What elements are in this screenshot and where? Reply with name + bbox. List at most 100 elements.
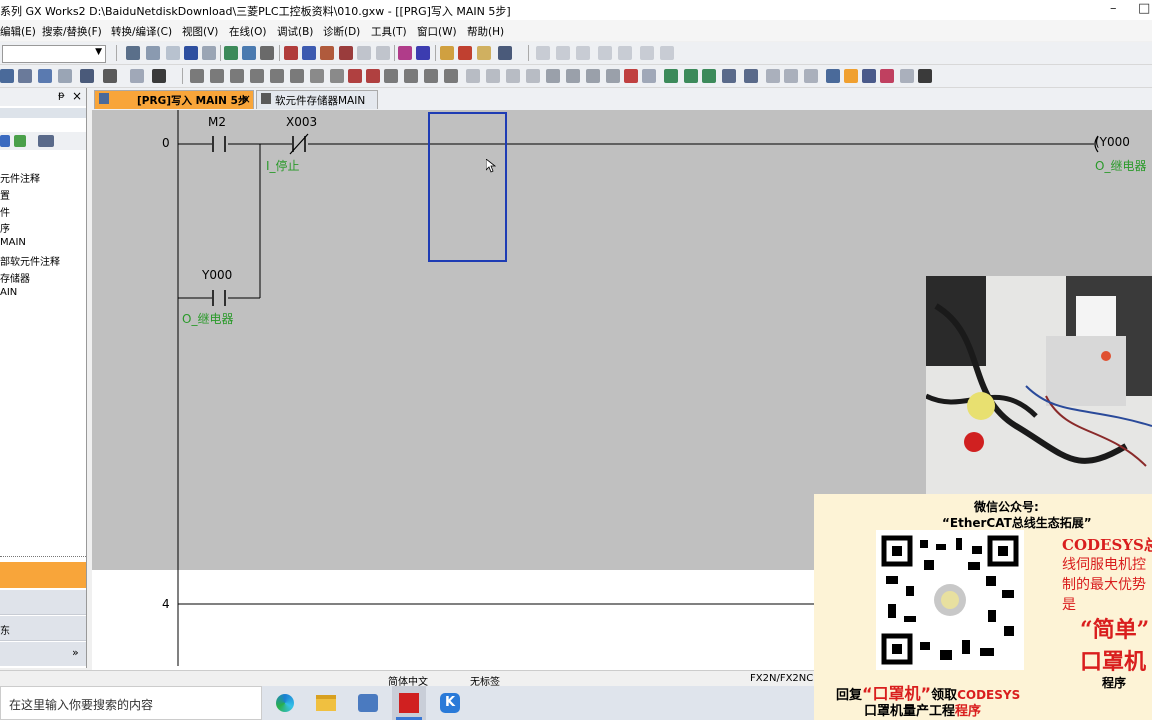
project-type-dropdown[interactable]: ▼: [2, 45, 106, 63]
monitor-start-icon[interactable]: [440, 46, 454, 60]
tree-item-device-comment[interactable]: 元件注释: [0, 170, 40, 185]
operation-icon-4[interactable]: [606, 69, 620, 83]
parallel-closed-icon[interactable]: [250, 69, 264, 83]
verify-icon[interactable]: [320, 46, 334, 60]
menu-debug[interactable]: 调试(B): [277, 24, 313, 39]
hline-icon[interactable]: [310, 69, 324, 83]
write-plc-icon[interactable]: [284, 46, 298, 60]
tree-item-memory-main[interactable]: AIN: [0, 287, 17, 298]
menu-search-replace[interactable]: 搜索/替换(F): [42, 24, 102, 39]
disabled-ladder-4[interactable]: [526, 69, 540, 83]
operation-icon-3[interactable]: [586, 69, 600, 83]
nav-tab-2[interactable]: [0, 590, 86, 615]
list-icon[interactable]: [18, 69, 32, 83]
convert-online-icon[interactable]: [702, 69, 716, 83]
project-icon[interactable]: [0, 135, 10, 147]
copy-icon[interactable]: [146, 46, 160, 60]
grid-icon[interactable]: [260, 46, 274, 60]
nav-tab-active[interactable]: [0, 562, 86, 588]
tab-device-memory[interactable]: 软元件存储器MAIN: [256, 90, 378, 109]
statement-edit-icon[interactable]: [744, 69, 758, 83]
parallel-open-icon[interactable]: [210, 69, 224, 83]
expand-icon[interactable]: »: [72, 646, 79, 659]
menu-online[interactable]: 在线(O): [229, 24, 266, 39]
tree-item-local-comment[interactable]: 部软元件注释: [0, 253, 60, 268]
convert-icon[interactable]: [664, 69, 678, 83]
open-contact-icon[interactable]: [190, 69, 204, 83]
note-icon-2[interactable]: [784, 69, 798, 83]
sfc-icon[interactable]: [38, 69, 52, 83]
file-explorer-icon[interactable]: [316, 695, 336, 711]
operation-icon-1[interactable]: [546, 69, 560, 83]
nav-tab-4[interactable]: »: [0, 642, 86, 666]
menu-window[interactable]: 窗口(W): [417, 24, 457, 39]
branch-y000-device[interactable]: Y000: [202, 268, 232, 282]
diagnostic-icon[interactable]: [398, 46, 412, 60]
minimize-button[interactable]: –: [1110, 1, 1117, 16]
note-icon-1[interactable]: [766, 69, 780, 83]
disabled-icon-2[interactable]: [376, 46, 390, 60]
menu-convert-compile[interactable]: 转换/编译(C): [111, 24, 172, 39]
tab-prg-main[interactable]: [PRG]写入 MAIN 5步 ×: [94, 90, 254, 109]
convert-all-icon[interactable]: [684, 69, 698, 83]
coil-icon[interactable]: [270, 69, 284, 83]
ladder-disabled-icon-6[interactable]: [640, 46, 654, 60]
display-icon[interactable]: [826, 69, 840, 83]
help-icon[interactable]: [130, 69, 144, 83]
disabled-icon-1[interactable]: [357, 46, 371, 60]
tree-item-device-memory[interactable]: 存储器: [0, 270, 30, 285]
undo-icon[interactable]: [184, 46, 198, 60]
active-mode-icon[interactable]: [844, 69, 858, 83]
pane-splitter[interactable]: [0, 556, 86, 561]
menu-diagnostics[interactable]: 诊断(D): [323, 24, 360, 39]
simulation-icon[interactable]: [498, 46, 512, 60]
close-pane-button[interactable]: ×: [72, 89, 82, 103]
menu-tools[interactable]: 工具(T): [371, 24, 407, 39]
operation-icon-2[interactable]: [566, 69, 580, 83]
edge-browser-icon[interactable]: [276, 694, 294, 712]
rising-edge-icon[interactable]: [384, 69, 398, 83]
find-icon[interactable]: [152, 69, 166, 83]
edit-cursor[interactable]: [428, 112, 507, 262]
disabled-ladder-2[interactable]: [486, 69, 500, 83]
parameter-icon[interactable]: [416, 46, 430, 60]
taskbar-active-app[interactable]: [392, 686, 426, 720]
comment-edit-icon[interactable]: [722, 69, 736, 83]
write-mode-icon[interactable]: [103, 69, 117, 83]
ladder-disabled-icon-1[interactable]: [536, 46, 550, 60]
tree-item-parts[interactable]: 件: [0, 204, 10, 219]
ladder-icon[interactable]: [0, 69, 14, 83]
list-used-icon[interactable]: [900, 69, 914, 83]
delete-vline-icon[interactable]: [366, 69, 380, 83]
cut-icon[interactable]: [126, 46, 140, 60]
paste-icon[interactable]: [166, 46, 180, 60]
comment-icon[interactable]: [642, 69, 656, 83]
remote-icon[interactable]: [339, 46, 353, 60]
monitor-icon[interactable]: [242, 46, 256, 60]
contact-m2-device[interactable]: M2: [208, 115, 226, 129]
disabled-ladder-1[interactable]: [466, 69, 480, 83]
filter-icon[interactable]: [38, 135, 54, 147]
read-mode-icon[interactable]: [80, 69, 94, 83]
instruction-icon[interactable]: [290, 69, 304, 83]
closed-contact-icon[interactable]: [230, 69, 244, 83]
refresh-icon[interactable]: [14, 135, 26, 147]
device-icon[interactable]: [862, 69, 876, 83]
vline-icon[interactable]: [330, 69, 344, 83]
network-app-icon[interactable]: [358, 694, 378, 712]
st-icon[interactable]: [58, 69, 72, 83]
ladder-disabled-icon-4[interactable]: [598, 46, 612, 60]
falling-edge-icon[interactable]: [404, 69, 418, 83]
parallel-fall-icon[interactable]: [444, 69, 458, 83]
pin-icon[interactable]: ᵽ: [58, 90, 65, 101]
ladder-disabled-icon-2[interactable]: [556, 46, 570, 60]
ladder-disabled-icon-5[interactable]: [618, 46, 632, 60]
contact-x003-device[interactable]: X003: [286, 115, 317, 129]
ladder-disabled-icon-3[interactable]: [576, 46, 590, 60]
k-app-icon[interactable]: K: [440, 693, 460, 713]
tree-item-program[interactable]: 序: [0, 220, 10, 235]
maximize-button[interactable]: □: [1138, 1, 1150, 16]
coil-y000-device[interactable]: (Y000: [1095, 135, 1130, 149]
disabled-ladder-3[interactable]: [506, 69, 520, 83]
invert-icon[interactable]: [624, 69, 638, 83]
